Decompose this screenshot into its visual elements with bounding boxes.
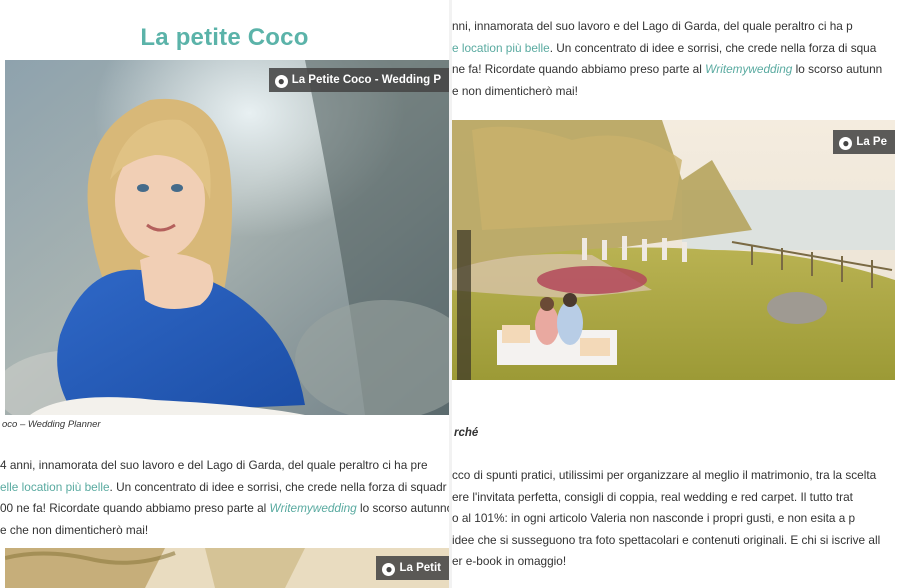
- paragraph-line: e non dimenticherò mai!: [452, 83, 578, 98]
- paragraph-text: . Un concentrato di idee e sorrisi, che …: [549, 40, 877, 55]
- pin-label: La Petite Coco - Wedding P: [291, 74, 441, 86]
- paragraph-text: 00 ne fa! Ricordate quando abbiamo preso…: [0, 501, 270, 515]
- location-link[interactable]: elle location più belle: [0, 480, 110, 494]
- pin-it-button[interactable]: ● La Petite Coco - Wedding P: [268, 68, 449, 92]
- paragraph-text: lo scorso autunn: [792, 62, 883, 76]
- pin-label: La Petit: [399, 562, 441, 574]
- pinterest-icon: ●: [839, 137, 853, 150]
- wedding-planner-portrait[interactable]: ● La Petite Coco - Wedding P: [5, 60, 449, 415]
- paragraph-line: ere l'invitata perfetta, consigli di cop…: [452, 489, 853, 504]
- paragraph-line: nni, innamorata del suo lavoro e del Lag…: [452, 19, 853, 33]
- paragraph-line: e location più belle. Un concentrato di …: [452, 38, 882, 60]
- paragraph-text: lo scorso autunno?: [360, 501, 449, 515]
- paragraph-text: ne fa! Ricordate quando abbiamo preso pa…: [452, 62, 706, 76]
- paragraph-line: 00 ne fa! Ricordate quando abbiamo preso…: [0, 498, 449, 520]
- article-paragraph: 4 anni, innamorata del suo lavoro e del …: [0, 455, 449, 541]
- paragraph-line: e che non dimenticherò mai!: [0, 522, 149, 537]
- paragraph-line: idee che si susseguono tra foto spettaco…: [452, 532, 881, 547]
- writemywedding-link[interactable]: Writemywedding: [270, 501, 357, 515]
- paragraph-line: ne fa! Ricordate quando abbiamo preso pa…: [452, 59, 882, 81]
- writemywedding-link[interactable]: Writemywedding: [705, 62, 792, 76]
- pin-label: La Pe: [856, 136, 887, 148]
- next-photo-preview[interactable]: ● La Petit: [5, 548, 449, 588]
- paragraph-text: . Un concentrato di idee e sorrisi, che …: [109, 479, 447, 494]
- section-heading: rché: [454, 427, 479, 439]
- pin-it-button[interactable]: ● La Pe: [833, 130, 895, 154]
- lake-photo-image: [452, 120, 895, 380]
- article-paragraph: nni, innamorata del suo lavoro e del Lag…: [452, 16, 882, 102]
- paragraph-line: 4 anni, innamorata del suo lavoro e del …: [0, 458, 428, 472]
- pinterest-icon: ●: [382, 563, 396, 576]
- image-caption: oco – Wedding Planner: [2, 419, 101, 430]
- pin-it-button[interactable]: ● La Petit: [376, 556, 449, 580]
- paragraph-line: er e-book in omaggio!: [452, 554, 567, 568]
- location-link[interactable]: e location più belle: [452, 41, 550, 55]
- article-title: La petite Coco: [140, 24, 309, 51]
- pinterest-icon: ●: [274, 75, 288, 88]
- portrait-image: [5, 60, 449, 415]
- article-paragraph-2: cco di spunti pratici, utilissimi per or…: [452, 465, 880, 573]
- paragraph-line: o al 101%: in ogni articolo Valeria non …: [452, 511, 856, 525]
- paragraph-line: elle location più belle. Un concentrato …: [0, 477, 449, 499]
- lake-wedding-photo[interactable]: ● La Pe: [452, 120, 895, 380]
- paragraph-line: cco di spunti pratici, utilissimi per or…: [452, 468, 877, 482]
- right-article-panel: nni, innamorata del suo lavoro e del Lag…: [452, 0, 901, 588]
- left-article-panel: La petite Coco ● La Petite Coco - Weddin…: [0, 0, 449, 588]
